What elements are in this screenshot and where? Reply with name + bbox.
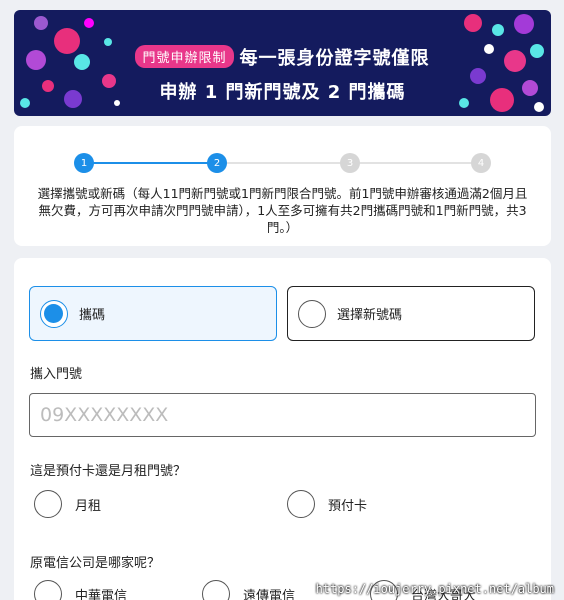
- banner-line2: 申辦 1 門新門號及 2 門攜碼: [159, 82, 406, 103]
- decor-dot: [492, 24, 504, 36]
- decor-dot: [84, 18, 94, 28]
- plan-monthly-label: 月租: [75, 498, 102, 514]
- option-new-number-label: 選擇新號碼: [337, 308, 403, 323]
- plan-prepaid-label: 預付卡: [328, 498, 368, 514]
- stepper: 1 2 3 4: [74, 153, 491, 173]
- watermark: https://ioujerry.pixnet.net/album: [315, 582, 554, 596]
- carrier-fet-label: 遠傳電信: [243, 588, 296, 600]
- form-card: 攜碼 選擇新號碼 攜入門號 這是預付卡還是月租門號？ 月租 預付卡 原電信公司是…: [14, 258, 551, 600]
- port-number-label: 攜入門號: [30, 367, 83, 382]
- banner-line1-text: 每一張身份證字號僅限: [239, 48, 430, 69]
- radio-port-in[interactable]: [40, 299, 68, 328]
- step-connector: [350, 162, 483, 164]
- restriction-badge: 門號申辦限制: [135, 45, 234, 68]
- carrier-option-cht[interactable]: 中華電信: [34, 580, 127, 600]
- plan-option-prepaid[interactable]: 預付卡: [287, 490, 367, 518]
- step-description: 選擇攜號或新碼（每人11門新門號或1門新門限合門號。前1門號申辦審核通過滿2個月…: [37, 186, 528, 235]
- radio-fet[interactable]: [202, 580, 230, 600]
- step-2: 2: [207, 153, 227, 173]
- radio-new-number[interactable]: [298, 299, 326, 328]
- decor-dot: [34, 16, 48, 30]
- decor-dot: [464, 14, 482, 32]
- radio-cht[interactable]: [34, 580, 62, 600]
- banner-line1: 門號申辦限制 每一張身份證字號僅限: [14, 44, 551, 70]
- step-card: 1 2 3 4 選擇攜號或新碼（每人11門新門號或1門新門限合門號。前1門號申辦…: [14, 126, 551, 246]
- radio-prepaid[interactable]: [287, 490, 315, 518]
- option-new-number[interactable]: 選擇新號碼: [287, 286, 535, 341]
- radio-monthly[interactable]: [34, 490, 62, 518]
- carrier-cht-label: 中華電信: [75, 588, 128, 600]
- carrier-option-fet[interactable]: 遠傳電信: [202, 580, 295, 600]
- step-3: 3: [340, 153, 360, 173]
- step-connector: [84, 162, 217, 164]
- step-connector: [217, 162, 350, 164]
- plan-option-monthly[interactable]: 月租: [34, 490, 101, 518]
- plan-question: 這是預付卡還是月租門號？: [30, 464, 187, 479]
- step-4: 4: [471, 153, 491, 173]
- carrier-question: 原電信公司是哪家呢？: [30, 556, 161, 571]
- step-1: 1: [74, 153, 94, 173]
- decor-dot: [514, 14, 534, 34]
- port-number-input[interactable]: [29, 393, 536, 437]
- option-port-in[interactable]: 攜碼: [29, 286, 277, 341]
- promo-banner: 門號申辦限制 每一張身份證字號僅限 申辦 1 門新門號及 2 門攜碼: [14, 10, 551, 116]
- option-port-in-label: 攜碼: [79, 308, 106, 323]
